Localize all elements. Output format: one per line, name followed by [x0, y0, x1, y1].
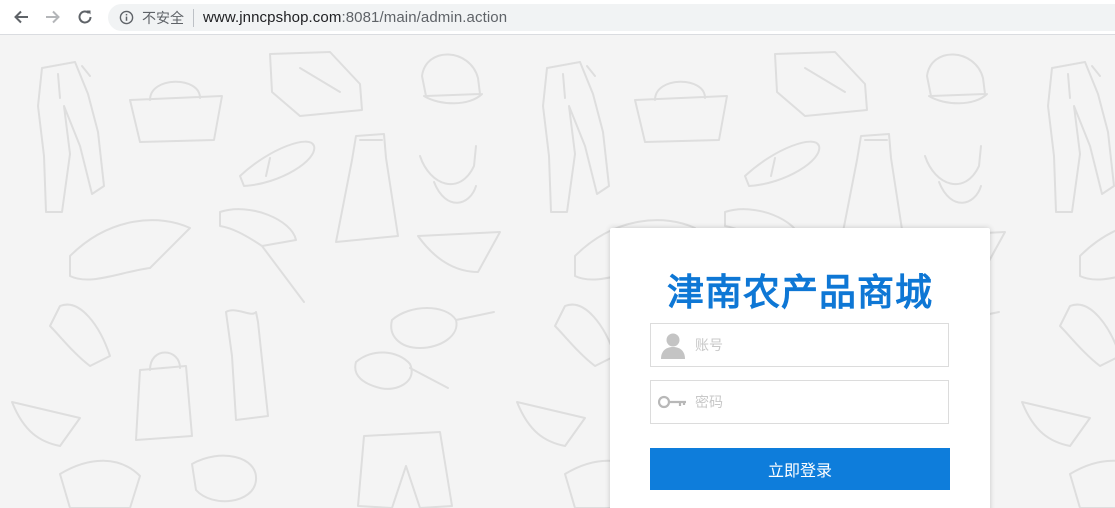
url-host: www.jnncpshop.com	[203, 9, 342, 26]
url-text[interactable]: www.jnncpshop.com:8081/main/admin.action	[203, 9, 507, 26]
login-submit-button[interactable]: 立即登录	[650, 448, 950, 490]
reload-button[interactable]	[69, 1, 101, 33]
page-content: 津南农产品商城 立即登录	[0, 36, 1115, 508]
info-circle-icon[interactable]	[118, 10, 134, 26]
login-card: 津南农产品商城 立即登录	[610, 228, 990, 508]
security-status[interactable]: 不安全	[142, 8, 184, 28]
address-separator	[193, 8, 194, 27]
reload-icon	[78, 10, 92, 24]
address-bar[interactable]: 不安全 www.jnncpshop.com:8081/main/admin.ac…	[108, 4, 1115, 31]
arrow-left-icon	[14, 10, 28, 24]
site-brand-title: 津南农产品商城	[667, 271, 933, 314]
username-input[interactable]	[695, 325, 948, 365]
key-icon	[651, 381, 695, 423]
arrow-right-icon	[46, 10, 60, 24]
browser-toolbar: 不安全 www.jnncpshop.com:8081/main/admin.ac…	[0, 0, 1115, 35]
password-input[interactable]	[695, 382, 948, 422]
username-field[interactable]	[650, 323, 949, 367]
forward-button[interactable]	[37, 1, 69, 33]
user-silhouette-icon	[651, 324, 695, 366]
back-button[interactable]	[5, 1, 37, 33]
url-path: :8081/main/admin.action	[341, 9, 508, 26]
password-field[interactable]	[650, 380, 949, 424]
